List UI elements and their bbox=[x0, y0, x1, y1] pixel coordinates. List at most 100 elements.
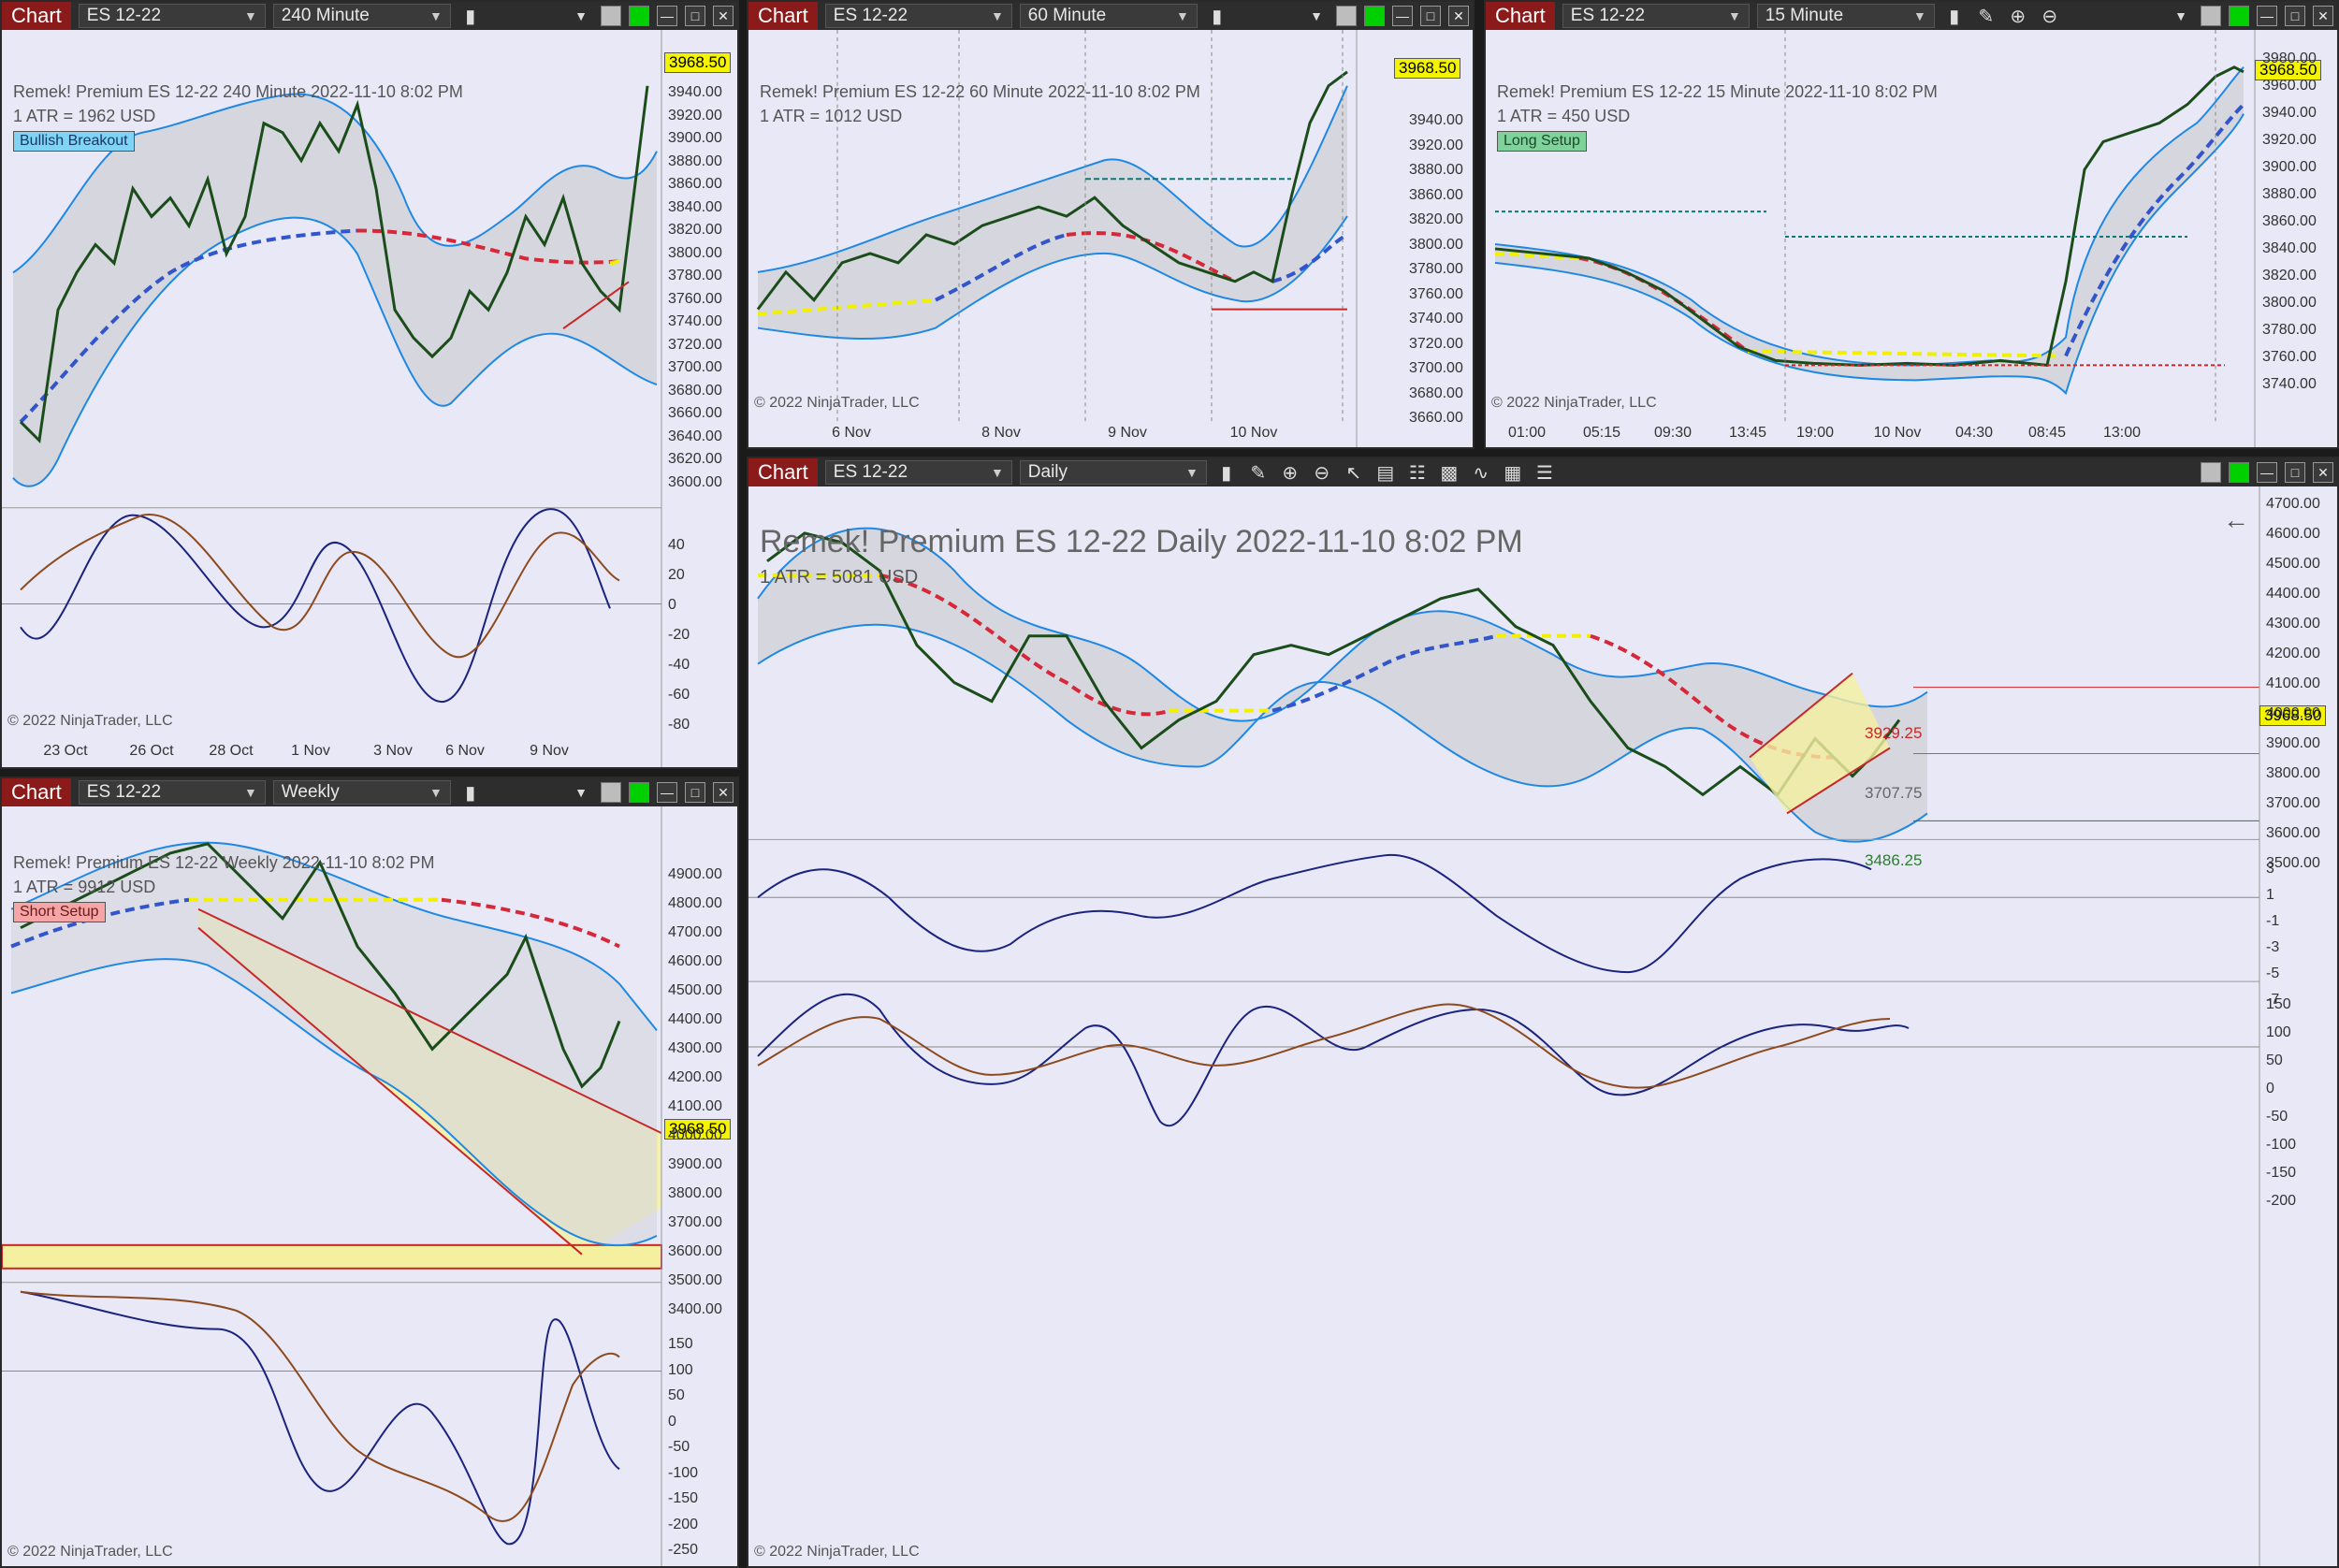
date-tick-label: 6 Nov bbox=[445, 743, 485, 759]
close-button[interactable]: ✕ bbox=[2313, 462, 2333, 483]
axis-tick-label: 4700.00 bbox=[2266, 496, 2320, 512]
axis-tick-label: 3660.00 bbox=[668, 405, 722, 421]
timeframe-select[interactable]: 15 Minute ▼ bbox=[1756, 4, 1935, 28]
chart-tab[interactable]: Chart bbox=[748, 458, 818, 486]
list-icon[interactable]: ☰ bbox=[1533, 461, 1557, 485]
date-tick-label: 19:00 bbox=[1795, 425, 1835, 441]
zoom-out-icon[interactable]: ⊖ bbox=[1310, 461, 1334, 485]
chart-body[interactable]: Remek! Premium ES 12-22 60 Minute 2022-1… bbox=[748, 30, 1473, 447]
axis-tick-label: 3720.00 bbox=[668, 336, 722, 353]
close-button[interactable]: ✕ bbox=[713, 782, 734, 803]
minimize-button[interactable]: — bbox=[1392, 6, 1413, 26]
instrument-select[interactable]: ES 12-22 ▼ bbox=[78, 780, 266, 805]
instrument-select[interactable]: ES 12-22 ▼ bbox=[824, 4, 1012, 28]
minimize-button[interactable]: — bbox=[657, 782, 677, 803]
axis-tick-label: 3880.00 bbox=[668, 152, 722, 169]
chart-tab[interactable]: Chart bbox=[2, 778, 71, 806]
chevron-down-icon[interactable]: ▼ bbox=[2169, 8, 2193, 23]
axis-tick-label: 50 bbox=[668, 1387, 685, 1403]
level-mid-label: 3707.75 bbox=[1865, 784, 1923, 802]
chevron-down-icon[interactable]: ▼ bbox=[569, 8, 593, 23]
axis-tick-label: 3940.00 bbox=[2262, 105, 2317, 121]
timeframe-select[interactable]: Weekly ▼ bbox=[272, 780, 451, 805]
chevron-down-icon: ▼ bbox=[429, 785, 443, 800]
maximize-button[interactable]: □ bbox=[685, 6, 705, 26]
timeframe-select[interactable]: Daily ▼ bbox=[1019, 460, 1207, 485]
instrument-select[interactable]: ES 12-22 ▼ bbox=[824, 460, 1012, 485]
axis-tick-label: 4400.00 bbox=[2266, 586, 2320, 602]
connection-status-icon bbox=[1364, 6, 1385, 26]
zoom-in-icon[interactable]: ⊕ bbox=[1278, 461, 1302, 485]
price-panel-svg[interactable] bbox=[2, 806, 737, 1566]
timeframe-value: 15 Minute bbox=[1765, 6, 1844, 25]
bar-style-icon[interactable]: ▮ bbox=[458, 781, 483, 805]
templates-icon[interactable]: ▦ bbox=[1501, 461, 1525, 485]
axis-tick-label: -60 bbox=[668, 687, 690, 703]
zoom-in-icon[interactable]: ⊕ bbox=[2006, 5, 2030, 28]
link-color-button[interactable] bbox=[601, 6, 621, 26]
chart-tab[interactable]: Chart bbox=[1486, 2, 1555, 30]
instrument-value: ES 12-22 bbox=[833, 6, 908, 25]
axis-tick-label: -100 bbox=[668, 1464, 699, 1481]
link-color-button[interactable] bbox=[601, 782, 621, 803]
minimize-button[interactable]: — bbox=[2257, 462, 2277, 483]
link-color-button[interactable] bbox=[2201, 462, 2221, 483]
timeframe-select[interactable]: 240 Minute ▼ bbox=[272, 4, 451, 28]
axis-tick-label: 3900.00 bbox=[668, 1156, 722, 1172]
chart-title: Remek! Premium ES 12-22 60 Minute 2022-1… bbox=[760, 82, 1200, 101]
instrument-select[interactable]: ES 12-22 ▼ bbox=[1562, 4, 1750, 28]
link-color-button[interactable] bbox=[2201, 6, 2221, 26]
draw-tool-icon[interactable]: ✎ bbox=[1974, 5, 1998, 28]
atr-label: 1 ATR = 1012 USD bbox=[760, 107, 903, 125]
axis-tick-label: 3700.00 bbox=[668, 1214, 722, 1230]
axis-tick-label: 3800.00 bbox=[668, 244, 722, 261]
axis-tick-label: 3800.00 bbox=[1409, 236, 1463, 253]
copyright: © 2022 NinjaTrader, LLC bbox=[1491, 395, 1657, 411]
strategies-icon[interactable]: ∿ bbox=[1469, 461, 1493, 485]
price-panel-svg[interactable] bbox=[748, 486, 2337, 1566]
axis-tick-label: 1 bbox=[2266, 887, 2274, 903]
minimize-button[interactable]: — bbox=[657, 6, 677, 26]
chevron-down-icon: ▼ bbox=[1912, 8, 1926, 23]
chart-tab[interactable]: Chart bbox=[2, 2, 71, 30]
link-color-button[interactable] bbox=[1336, 6, 1357, 26]
minimize-button[interactable]: — bbox=[2257, 6, 2277, 26]
draw-tool-icon[interactable]: ✎ bbox=[1246, 461, 1271, 485]
chevron-down-icon[interactable]: ▼ bbox=[1304, 8, 1329, 23]
copyright: © 2022 NinjaTrader, LLC bbox=[7, 1544, 173, 1560]
bar-style-icon[interactable]: ▮ bbox=[1214, 461, 1239, 485]
bar-style-icon[interactable]: ▮ bbox=[1942, 5, 1967, 28]
date-tick-label: 01:00 bbox=[1507, 425, 1547, 441]
axis-tick-label: 3760.00 bbox=[2262, 349, 2317, 365]
zoom-out-icon[interactable]: ⊖ bbox=[2038, 5, 2062, 28]
chart-title: Remek! Premium ES 12-22 Daily 2022-11-10… bbox=[760, 524, 1523, 559]
chevron-down-icon[interactable]: ▼ bbox=[569, 785, 593, 800]
axis-tick-label: 40 bbox=[668, 537, 685, 553]
maximize-button[interactable]: □ bbox=[2285, 462, 2305, 483]
maximize-button[interactable]: □ bbox=[2285, 6, 2305, 26]
chart-body[interactable]: Remek! Premium ES 12-22 240 Minute 2022-… bbox=[2, 30, 737, 767]
axis-tick-label: 3940.00 bbox=[1409, 112, 1463, 128]
maximize-button[interactable]: □ bbox=[685, 782, 705, 803]
pointer-icon[interactable]: ↖ bbox=[1342, 461, 1366, 485]
maximize-button[interactable]: □ bbox=[1420, 6, 1441, 26]
axis-tick-label: 4500.00 bbox=[668, 982, 722, 998]
close-button[interactable]: ✕ bbox=[1448, 6, 1469, 26]
chart-tab[interactable]: Chart bbox=[748, 2, 818, 30]
properties-icon[interactable]: ☷ bbox=[1405, 461, 1430, 485]
indicators-icon[interactable]: ▩ bbox=[1437, 461, 1461, 485]
bar-style-icon[interactable]: ▮ bbox=[1205, 5, 1229, 28]
data-box-icon[interactable]: ▤ bbox=[1373, 461, 1398, 485]
axis-tick-label: 4000.00 bbox=[2266, 705, 2320, 721]
close-button[interactable]: ✕ bbox=[2313, 6, 2333, 26]
bar-style-icon[interactable]: ▮ bbox=[458, 5, 483, 28]
timeframe-select[interactable]: 60 Minute ▼ bbox=[1019, 4, 1198, 28]
chart-body[interactable]: Remek! Premium ES 12-22 Weekly 2022-11-1… bbox=[2, 806, 737, 1566]
chart-body[interactable]: Remek! Premium ES 12-22 15 Minute 2022-1… bbox=[1486, 30, 2337, 447]
timeframe-value: Daily bbox=[1027, 462, 1068, 482]
atr-label: 1 ATR = 9912 USD bbox=[13, 878, 156, 896]
close-button[interactable]: ✕ bbox=[713, 6, 734, 26]
back-arrow-icon[interactable]: ← bbox=[2223, 505, 2249, 535]
chart-body[interactable]: Remek! Premium ES 12-22 Daily 2022-11-10… bbox=[748, 486, 2337, 1566]
instrument-select[interactable]: ES 12-22 ▼ bbox=[78, 4, 266, 28]
